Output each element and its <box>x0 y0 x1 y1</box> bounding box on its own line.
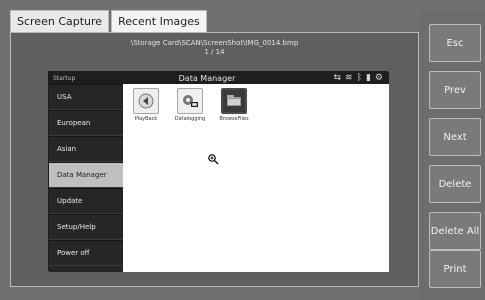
browsefiles-icon <box>221 88 247 114</box>
status-icons: ⇆ ≋ ᛒ ▮ ⚙ <box>315 72 389 83</box>
wifi-icon: ≋ <box>345 72 353 83</box>
device-header-left: Startup <box>53 74 76 82</box>
magnifier-icon <box>208 154 219 165</box>
delete-all-button[interactable]: Delete All <box>429 212 481 250</box>
settings-icon: ⚙ <box>374 72 383 83</box>
captured-screen: Startup Data Manager ⇆ ≋ ᛒ ▮ ⚙ USA Europ… <box>48 71 389 272</box>
playback-icon <box>133 88 159 114</box>
folder-icon <box>227 95 241 106</box>
zoom-icon[interactable] <box>207 153 219 165</box>
print-button[interactable]: Print <box>429 250 481 288</box>
menu-usa[interactable]: USA <box>49 84 123 110</box>
menu-asian[interactable]: Asian <box>49 136 123 162</box>
datalogging-app[interactable]: Datalogging <box>173 88 207 128</box>
tab-recent-images[interactable]: Recent Images <box>111 10 207 32</box>
image-counter: 1 / 14 <box>204 48 225 56</box>
datalogging-icon <box>177 88 203 114</box>
battery-icon: ▮ <box>365 72 371 83</box>
usb-icon: ⇆ <box>333 72 342 83</box>
screen-capture-app: Screen Capture Recent Images \Storage Ca… <box>0 0 485 300</box>
playback-label: PlayBack <box>134 116 158 122</box>
device-content: PlayBack Datalogging BrowseFiles <box>123 84 389 272</box>
browsefiles-label: BrowseFiles <box>219 116 249 122</box>
prev-button[interactable]: Prev <box>429 71 481 109</box>
menu-data-manager[interactable]: Data Manager <box>49 162 123 188</box>
app-icons: PlayBack Datalogging BrowseFiles <box>129 88 251 128</box>
menu-european[interactable]: European <box>49 110 123 136</box>
browsefiles-app[interactable]: BrowseFiles <box>217 88 251 128</box>
bluetooth-icon: ᛒ <box>356 72 362 83</box>
tab-screen-capture[interactable]: Screen Capture <box>10 10 110 32</box>
action-sidebar: Esc Prev Next Delete Delete All Print <box>419 10 485 300</box>
device-title: Data Manager <box>178 73 236 83</box>
device-header: Startup Data Manager ⇆ ≋ ᛒ ▮ ⚙ <box>49 72 389 84</box>
top-tabs: Screen Capture Recent Images <box>10 10 207 32</box>
next-button[interactable]: Next <box>429 118 481 156</box>
gear-record-icon <box>183 95 198 107</box>
image-viewer: \Storage Card\SCAN\ScreenShot\IMG_0014.b… <box>10 32 419 287</box>
playback-app[interactable]: PlayBack <box>129 88 163 128</box>
menu-power-off[interactable]: Power off <box>49 240 123 266</box>
esc-button[interactable]: Esc <box>429 24 481 62</box>
back-arrow-icon <box>138 93 154 109</box>
menu-update[interactable]: Update <box>49 188 123 214</box>
menu-setup-help[interactable]: Setup/Help <box>49 214 123 240</box>
image-path: \Storage Card\SCAN\ScreenShot\IMG_0014.b… <box>11 39 418 57</box>
datalogging-label: Datalogging <box>174 116 206 122</box>
device-menu: USA European Asian Data Manager Update S… <box>49 84 123 272</box>
image-path-text: \Storage Card\SCAN\ScreenShot\IMG_0014.b… <box>130 39 299 47</box>
delete-button[interactable]: Delete <box>429 165 481 203</box>
